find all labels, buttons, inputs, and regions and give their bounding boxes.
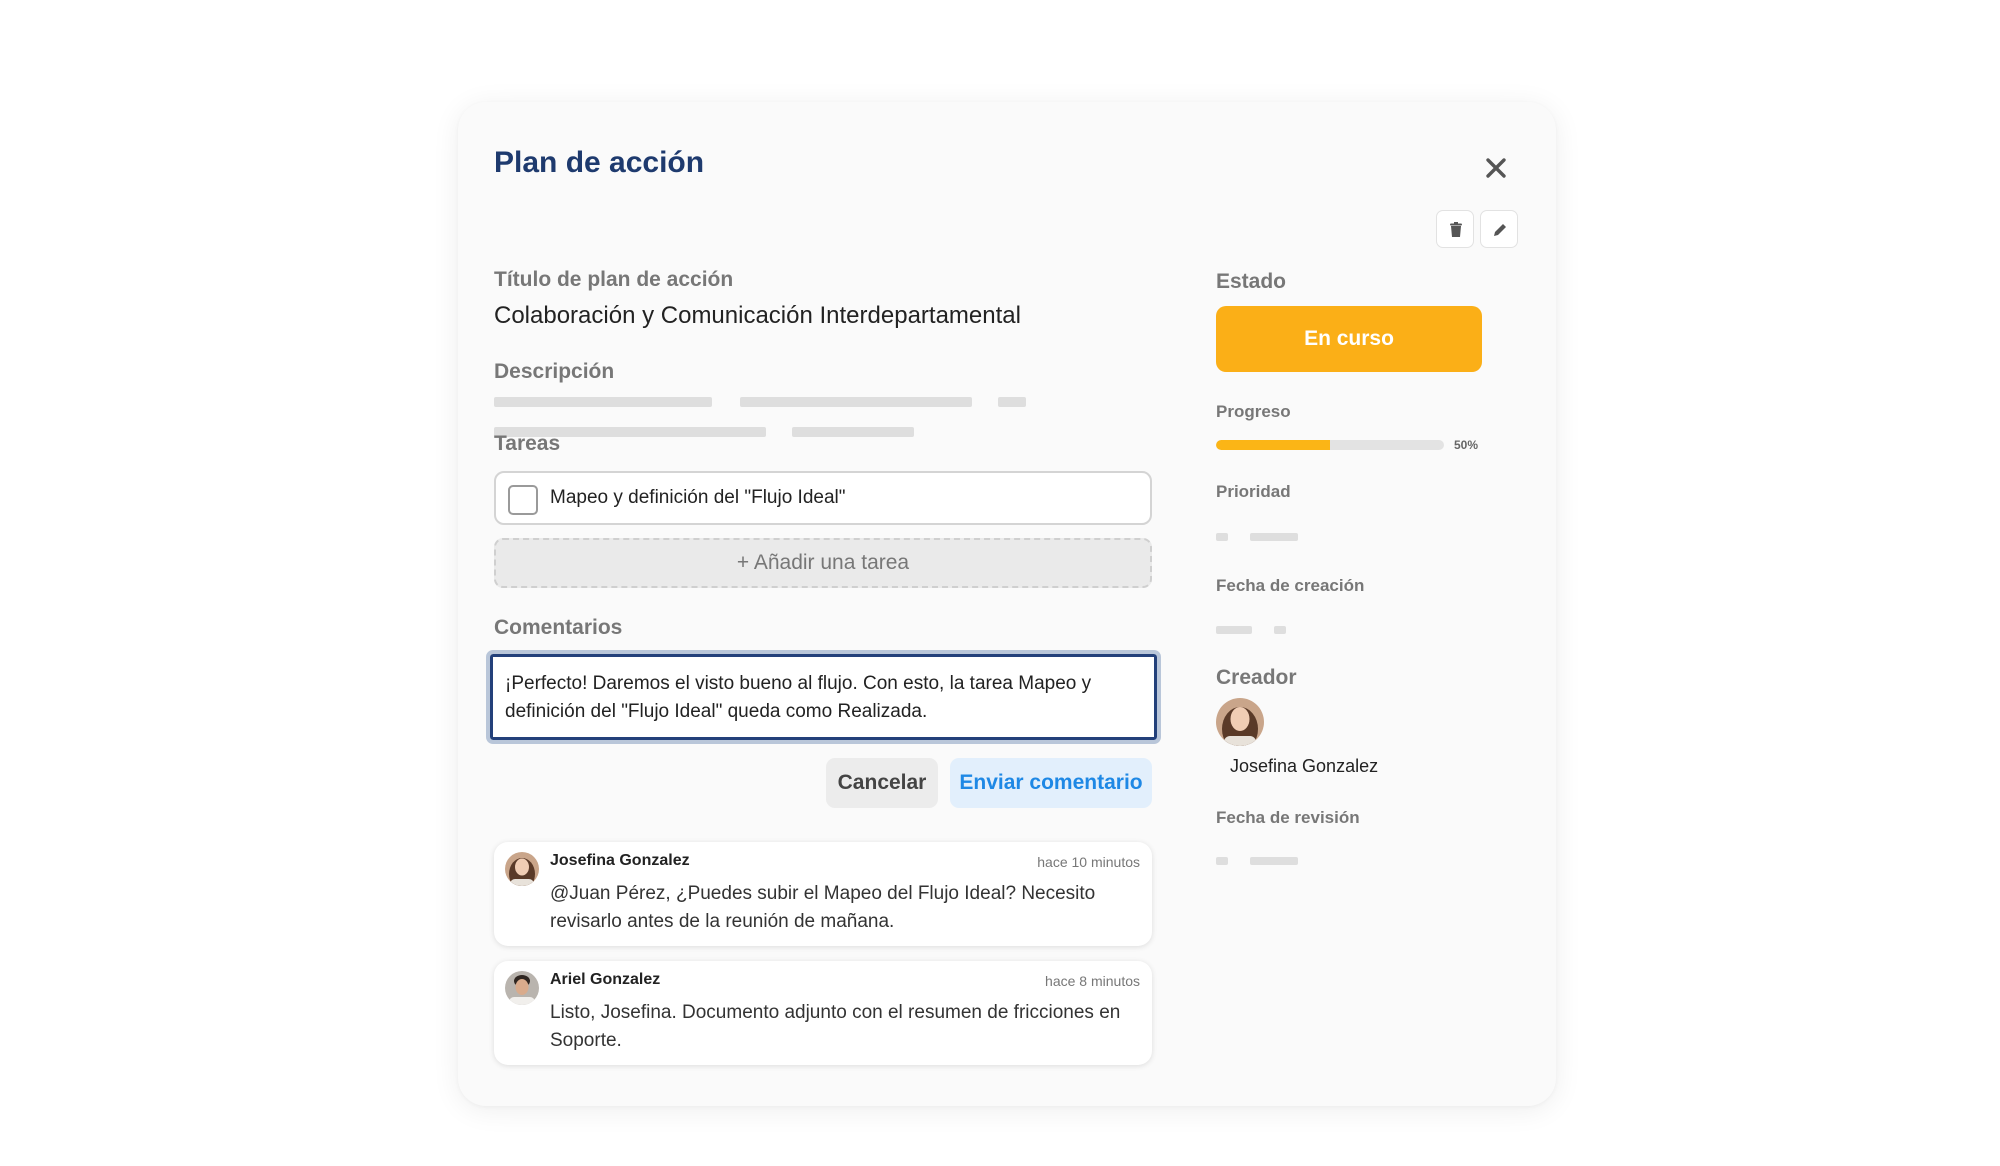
progress-percent: 50% [1454,438,1479,452]
avatar [1216,698,1264,746]
comment-text: Listo, Josefina. Documento adjunto con e… [550,1002,1121,1051]
creator-name: Josefina Gonzalez [1230,756,1379,776]
creator-label: Creador [1216,666,1297,689]
review-date-label: Fecha de revisión [1216,808,1360,827]
comment-time: hace 8 minutos [1045,973,1140,989]
avatar [505,971,539,1005]
task-checkbox[interactable] [508,485,538,515]
comment-card: Josefina Gonzalez hace 10 minutos @Juan … [494,842,1152,946]
comment-time: hace 10 minutos [1037,854,1140,870]
delete-button[interactable] [1436,210,1474,248]
plan-title-value: Colaboración y Comunicación Interdeparta… [494,302,1021,329]
comment-text: @Juan Pérez, ¿Puedes subir el Mapeo del … [550,883,1096,932]
add-task-button[interactable]: + Añadir una tarea [494,538,1152,588]
progress-label: Progreso [1216,402,1291,421]
creation-date-label: Fecha de creación [1216,576,1365,595]
cancel-button[interactable]: Cancelar [826,758,938,808]
pencil-icon [1494,224,1506,236]
plan-title-label: Título de plan de acción [494,268,734,291]
close-icon [1486,158,1506,178]
trash-icon [1450,222,1462,237]
close-button[interactable] [1478,150,1514,186]
status-label: Estado [1216,270,1287,293]
comment-input[interactable]: ¡Perfecto! Daremos el visto bueno al flu… [486,650,1161,744]
progress-bar [1216,440,1444,450]
avatar [505,852,539,886]
comment-author: Ariel Gonzalez [550,971,661,988]
send-comment-button[interactable]: Enviar comentario [950,758,1152,808]
modal-title: Plan de acción [494,146,705,179]
action-plan-modal: Plan de acción Título de plan de acción … [458,102,1556,1106]
tasks-label: Tareas [494,432,561,455]
task-item: Mapeo y definición del "Flujo Ideal" [494,471,1152,525]
task-text: Mapeo y definición del "Flujo Ideal" [550,487,846,508]
priority-label: Prioridad [1216,482,1291,501]
comment-card: Ariel Gonzalez hace 8 minutos Listo, Jos… [494,961,1152,1065]
edit-button[interactable] [1480,210,1518,248]
description-label: Descripción [494,360,615,383]
status-button[interactable]: En curso [1216,306,1482,372]
comment-author: Josefina Gonzalez [550,852,690,869]
progress-fill [1216,440,1330,450]
comments-label: Comentarios [494,616,623,639]
